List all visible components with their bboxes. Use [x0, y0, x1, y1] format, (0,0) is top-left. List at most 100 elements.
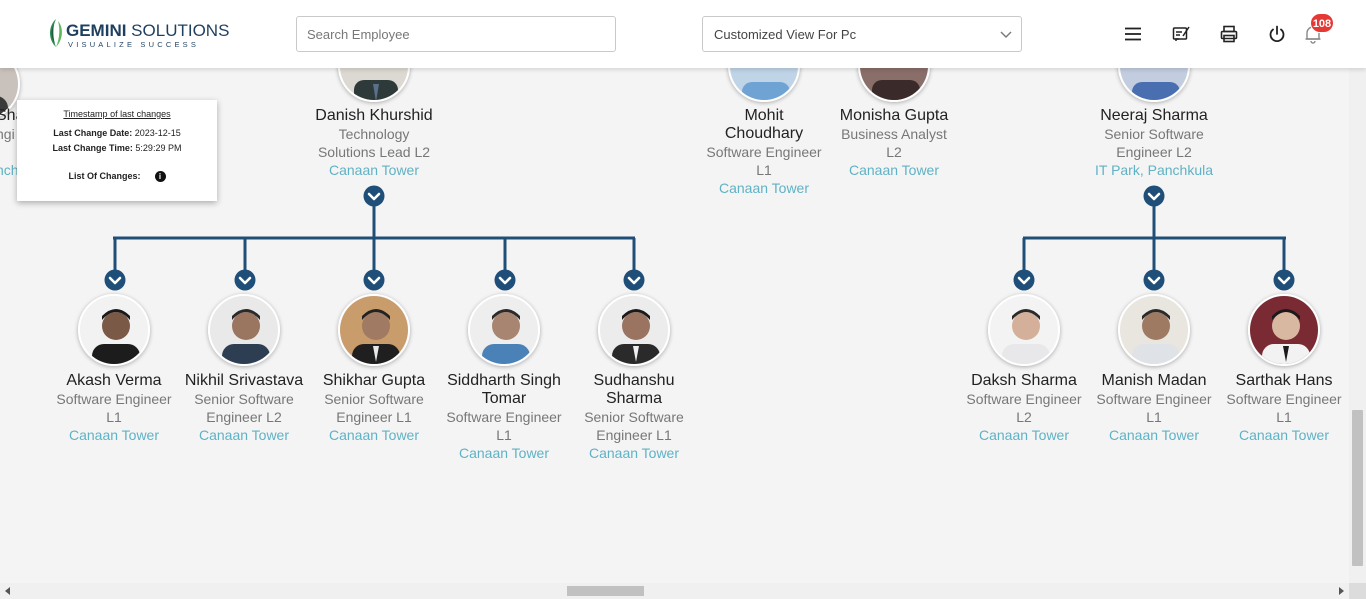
- employee-name: Sarthak Hans: [1235, 372, 1333, 389]
- employee-designation: Software Engineer: [1226, 391, 1342, 407]
- view-select-value: Customized View For Pc: [714, 27, 857, 42]
- expand-chevron-icon[interactable]: [623, 269, 645, 291]
- scroll-right-arrow-icon[interactable]: [1336, 586, 1346, 596]
- employee-designation: L1: [496, 427, 512, 443]
- logo-tagline: VISUALIZE SUCCESS: [68, 40, 200, 49]
- employee-name: Neeraj Sharma: [1100, 107, 1208, 124]
- employee-card[interactable]: Akash Verma Software Engineer L1 Canaan …: [49, 372, 179, 444]
- collapse-chevron-icon[interactable]: [1143, 185, 1165, 207]
- avatar[interactable]: [338, 294, 410, 366]
- expand-chevron-icon[interactable]: [1013, 269, 1035, 291]
- scroll-left-arrow-icon[interactable]: [3, 586, 13, 596]
- avatar[interactable]: [1118, 294, 1190, 366]
- horizontal-scrollbar[interactable]: [0, 583, 1349, 599]
- top-header: GEMINI SOLUTIONS VISUALIZE SUCCESS Custo…: [0, 0, 1366, 68]
- employee-card[interactable]: Monisha Gupta Business Analyst L2 Canaan…: [829, 107, 959, 179]
- expand-chevron-icon[interactable]: [1273, 269, 1295, 291]
- employee-location-link[interactable]: Canaan Tower: [1219, 426, 1349, 444]
- employee-card[interactable]: Nikhil Srivastava Senior Software Engine…: [179, 372, 309, 444]
- employee-designation: Senior Software: [324, 391, 424, 407]
- employee-name: Choudhary: [724, 125, 804, 142]
- employee-card[interactable]: Mohit Choudhary Software Engineer L1 Can…: [699, 107, 829, 197]
- avatar[interactable]: [208, 294, 280, 366]
- employee-name: Tomar: [481, 390, 527, 407]
- employee-card[interactable]: Neeraj Sharma Senior Software Engineer L…: [1089, 107, 1219, 179]
- date-value: 2023-12-15: [134, 128, 181, 138]
- view-select[interactable]: Customized View For Pc: [702, 16, 1022, 52]
- employee-designation: Software Engineer: [706, 144, 822, 160]
- employee-designation: Engineer L1: [336, 409, 412, 425]
- collapse-chevron-icon[interactable]: [363, 185, 385, 207]
- employee-name: Sudhanshu: [593, 372, 675, 389]
- employee-name: Akash Verma: [66, 372, 162, 389]
- avatar[interactable]: [78, 294, 150, 366]
- avatar[interactable]: [598, 294, 670, 366]
- employee-card[interactable]: Sarthak Hans Software Engineer L1 Canaan…: [1219, 372, 1349, 444]
- employee-location-link[interactable]: Canaan Tower: [699, 179, 829, 197]
- employee-card[interactable]: Manish Madan Software Engineer L1 Canaan…: [1089, 372, 1219, 444]
- last-change-time: Last Change Time: 5:29:29 PM: [17, 143, 217, 153]
- employee-location-link[interactable]: Canaan Tower: [569, 444, 699, 462]
- employee-designation: Software Engineer: [966, 391, 1082, 407]
- gemini-leaf-icon: [50, 19, 62, 47]
- employee-name: Manish Madan: [1101, 372, 1207, 389]
- employee-designation: L2: [886, 144, 902, 160]
- search-employee-input[interactable]: [296, 16, 616, 52]
- employee-location-link[interactable]: Canaan Tower: [179, 426, 309, 444]
- employee-designation: Technology: [338, 126, 410, 142]
- expand-chevron-icon[interactable]: [363, 269, 385, 291]
- employee-location-link[interactable]: IT Park, Panchkula: [1089, 161, 1219, 179]
- vertical-scrollbar[interactable]: [1349, 0, 1366, 583]
- vertical-scroll-thumb[interactable]: [1352, 410, 1363, 566]
- avatar[interactable]: [988, 294, 1060, 366]
- avatar[interactable]: [1248, 294, 1320, 366]
- employee-designation: Senior Software: [584, 409, 684, 425]
- org-chart: Sha ngi nch Danish Khurshid Technology S…: [0, 0, 1349, 583]
- employee-card[interactable]: Siddharth Singh Tomar Software Engineer …: [439, 372, 569, 462]
- notification-badge[interactable]: 108: [1310, 13, 1334, 33]
- company-logo[interactable]: GEMINI SOLUTIONS VISUALIZE SUCCESS: [46, 16, 229, 52]
- employee-name: Danish Khurshid: [315, 107, 433, 124]
- employee-name: Nikhil Srivastava: [184, 372, 304, 389]
- employee-location-link[interactable]: Canaan Tower: [1089, 426, 1219, 444]
- timestamp-popup: Timestamp of last changes Last Change Da…: [17, 100, 217, 201]
- partial-employee-designation: ngi: [0, 126, 15, 142]
- employee-designation: L1: [1146, 409, 1162, 425]
- feedback-icon[interactable]: [1171, 24, 1191, 44]
- employee-location-link[interactable]: Canaan Tower: [829, 161, 959, 179]
- info-icon[interactable]: i: [154, 171, 166, 183]
- employee-designation: L1: [756, 162, 772, 178]
- print-icon[interactable]: [1219, 24, 1239, 44]
- employee-designation: Senior Software: [194, 391, 294, 407]
- employee-designation: L2: [1016, 409, 1032, 425]
- avatar[interactable]: [468, 294, 540, 366]
- employee-card[interactable]: Shikhar Gupta Senior Software Engineer L…: [309, 372, 439, 444]
- employee-location-link[interactable]: Canaan Tower: [309, 426, 439, 444]
- employee-designation: Business Analyst: [841, 126, 947, 142]
- employee-card[interactable]: Sudhanshu Sharma Senior Software Enginee…: [569, 372, 699, 462]
- horizontal-scroll-thumb[interactable]: [567, 586, 644, 596]
- employee-designation: Engineer L2: [1116, 144, 1192, 160]
- employee-designation: Solutions Lead L2: [317, 144, 431, 160]
- popup-title: Timestamp of last changes: [63, 109, 171, 119]
- employee-location-link[interactable]: Canaan Tower: [439, 444, 569, 462]
- expand-chevron-icon[interactable]: [104, 269, 126, 291]
- employee-designation: L1: [1276, 409, 1292, 425]
- employee-location-link[interactable]: Canaan Tower: [309, 161, 439, 179]
- expand-chevron-icon[interactable]: [494, 269, 516, 291]
- employee-designation: Engineer L2: [206, 409, 282, 425]
- power-icon[interactable]: [1267, 24, 1287, 44]
- employee-card[interactable]: Danish Khurshid Technology Solutions Lea…: [309, 107, 439, 179]
- employee-designation: Engineer L1: [596, 427, 672, 443]
- time-label: Last Change Time:: [52, 143, 133, 153]
- employee-card[interactable]: Daksh Sharma Software Engineer L2 Canaan…: [959, 372, 1089, 444]
- scrollbar-corner: [1349, 583, 1366, 599]
- employee-location-link[interactable]: Canaan Tower: [959, 426, 1089, 444]
- employee-name: Siddharth Singh: [447, 372, 561, 389]
- expand-chevron-icon[interactable]: [1143, 269, 1165, 291]
- menu-icon[interactable]: [1123, 24, 1143, 44]
- employee-name: Mohit: [744, 107, 784, 124]
- partial-employee-location[interactable]: nch: [0, 162, 19, 178]
- expand-chevron-icon[interactable]: [234, 269, 256, 291]
- employee-location-link[interactable]: Canaan Tower: [49, 426, 179, 444]
